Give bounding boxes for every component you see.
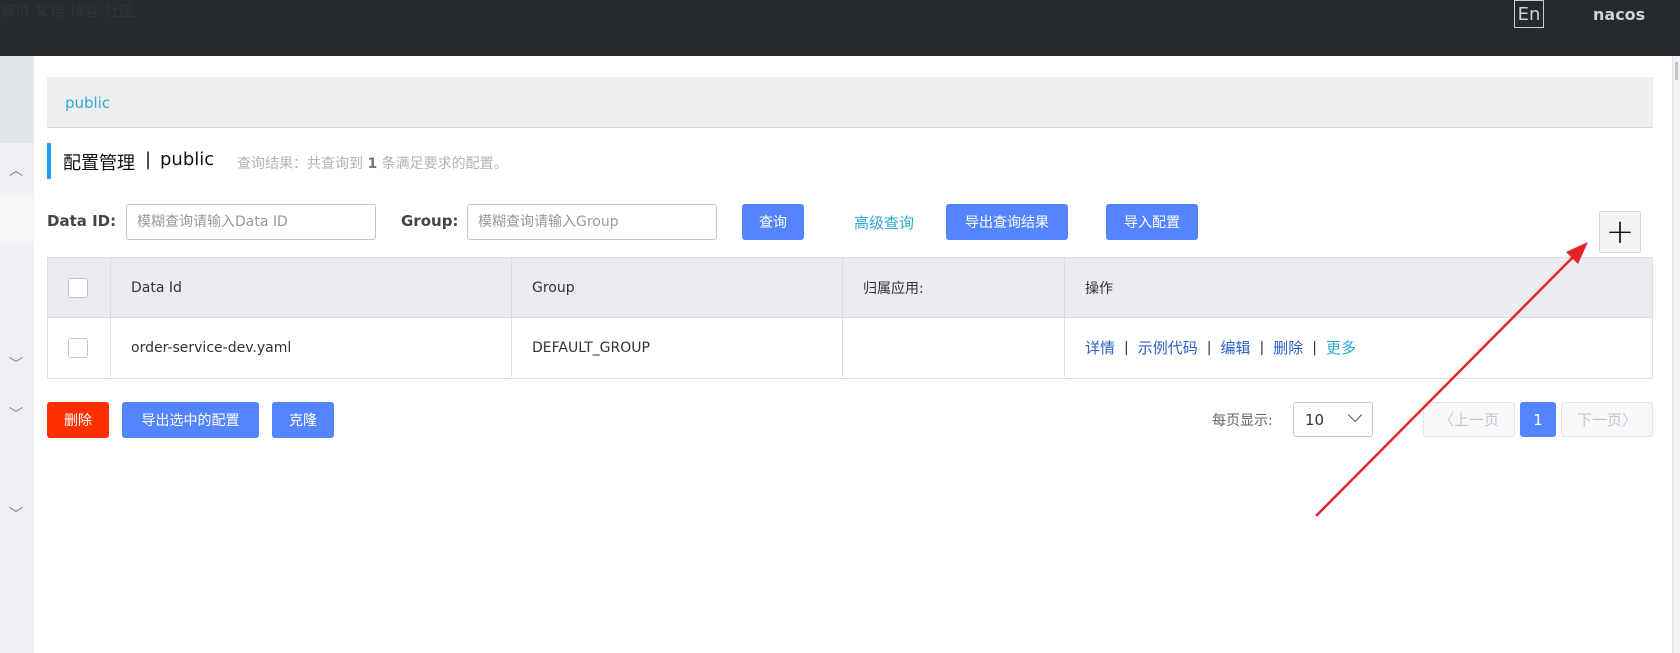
- namespace-strip: public: [47, 77, 1653, 128]
- chevron-down-icon[interactable]: ﹀: [9, 404, 23, 424]
- title-accent-bar: [47, 143, 51, 179]
- current-page[interactable]: 1: [1520, 402, 1556, 437]
- page-title: 配置管理: [63, 153, 135, 174]
- column-header[interactable]: Data Id: [111, 258, 512, 317]
- chevron-down-icon[interactable]: ﹀: [9, 504, 23, 524]
- details-link[interactable]: 详情: [1085, 337, 1115, 358]
- row-actions: 详情 | 示例代码 | 编辑 | 删除 | 更多: [1085, 337, 1356, 358]
- chevron-right-icon: 〉: [1622, 411, 1638, 429]
- import-config-button[interactable]: 导入配置: [1106, 204, 1198, 240]
- column-header: 操作: [1085, 280, 1113, 297]
- sample-code-link[interactable]: 示例代码: [1138, 337, 1198, 358]
- config-table: Data Id Group 归属应用: 操作 order-service-dev…: [47, 257, 1653, 379]
- row-checkbox[interactable]: [68, 337, 88, 358]
- edit-link[interactable]: 编辑: [1220, 337, 1250, 358]
- divider: |: [1206, 339, 1212, 356]
- nav-community[interactable]: 社区: [104, 2, 134, 20]
- cell-operations: 详情 | 示例代码 | 编辑 | 删除 | 更多: [1065, 318, 1652, 377]
- title-separator: |: [145, 149, 152, 170]
- user-name[interactable]: nacos: [1593, 5, 1645, 24]
- row-checkbox-cell: [48, 318, 111, 377]
- summary-prefix: 查询结果：共查询到: [237, 156, 363, 172]
- clone-button[interactable]: 克隆: [272, 402, 334, 438]
- chevron-left-icon: 〈: [1438, 411, 1454, 429]
- divider: |: [1124, 339, 1129, 356]
- table-header-row: Data Id Group 归属应用: 操作: [48, 258, 1652, 318]
- top-navigation-bar: 首页 文档 博客 社区 En nacos: [0, 0, 1680, 56]
- left-sidebar: ︿ ﹀ ﹀ ﹀: [0, 56, 34, 653]
- advanced-query-link[interactable]: 高级查询: [854, 212, 914, 233]
- prev-page-label: 上一页: [1454, 411, 1500, 429]
- namespace-public-link[interactable]: public: [65, 94, 110, 112]
- page-size-select[interactable]: 10: [1293, 402, 1373, 437]
- plus-icon: +: [1605, 212, 1635, 252]
- dataid-label: Data ID:: [47, 212, 117, 230]
- bulk-delete-button[interactable]: 删除: [47, 402, 109, 438]
- chevron-down-icon[interactable]: ﹀: [9, 354, 23, 374]
- next-page-label: 下一页: [1576, 411, 1622, 429]
- scrollbar[interactable]: [1672, 56, 1680, 653]
- delete-link[interactable]: 删除: [1273, 337, 1303, 358]
- sidebar-block: [0, 56, 34, 143]
- scrollbar-thumb[interactable]: [1675, 62, 1678, 80]
- divider: |: [1312, 339, 1317, 356]
- language-switch[interactable]: En: [1514, 0, 1544, 28]
- nav-docs[interactable]: 文档: [35, 2, 65, 20]
- cell-group: DEFAULT_GROUP: [512, 318, 843, 377]
- column-header[interactable]: Group: [512, 258, 843, 317]
- chevron-down-icon: [1347, 407, 1363, 423]
- title-namespace: public: [160, 149, 215, 170]
- group-search-input[interactable]: [467, 204, 717, 240]
- summary-suffix: 条满足要求的配置。: [381, 156, 508, 172]
- add-config-button[interactable]: +: [1599, 211, 1641, 253]
- column-header[interactable]: 归属应用:: [843, 258, 1065, 317]
- prev-page-button[interactable]: 〈上一页: [1423, 402, 1515, 437]
- divider: |: [1259, 339, 1265, 356]
- nav-blog[interactable]: 博客: [70, 2, 100, 20]
- page-size-label: 每页显示:: [1212, 413, 1273, 429]
- export-selected-button[interactable]: 导出选中的配置: [122, 402, 259, 438]
- table-row: order-service-dev.yaml DEFAULT_GROUP 详情 |…: [48, 318, 1652, 378]
- summary-count: 1: [367, 156, 378, 172]
- query-button[interactable]: 查询: [742, 204, 804, 240]
- group-label: Group:: [401, 212, 459, 230]
- next-page-button[interactable]: 下一页〉: [1561, 402, 1653, 437]
- sidebar-item-active[interactable]: [0, 193, 34, 243]
- cell-app: [843, 318, 1065, 377]
- cell-data-id: order-service-dev.yaml: [111, 318, 512, 377]
- export-query-results-button[interactable]: 导出查询结果: [946, 204, 1068, 240]
- nav-home[interactable]: 首页: [0, 2, 30, 20]
- select-all-checkbox[interactable]: [68, 277, 88, 298]
- page-size-value: 10: [1305, 410, 1325, 429]
- query-summary: 查询结果：共查询到 1 条满足要求的配置。: [237, 153, 508, 173]
- dataid-search-input[interactable]: [126, 204, 376, 240]
- more-link[interactable]: 更多: [1326, 337, 1356, 358]
- chevron-up-icon[interactable]: ︿: [9, 160, 23, 180]
- header-checkbox-cell: [48, 258, 111, 317]
